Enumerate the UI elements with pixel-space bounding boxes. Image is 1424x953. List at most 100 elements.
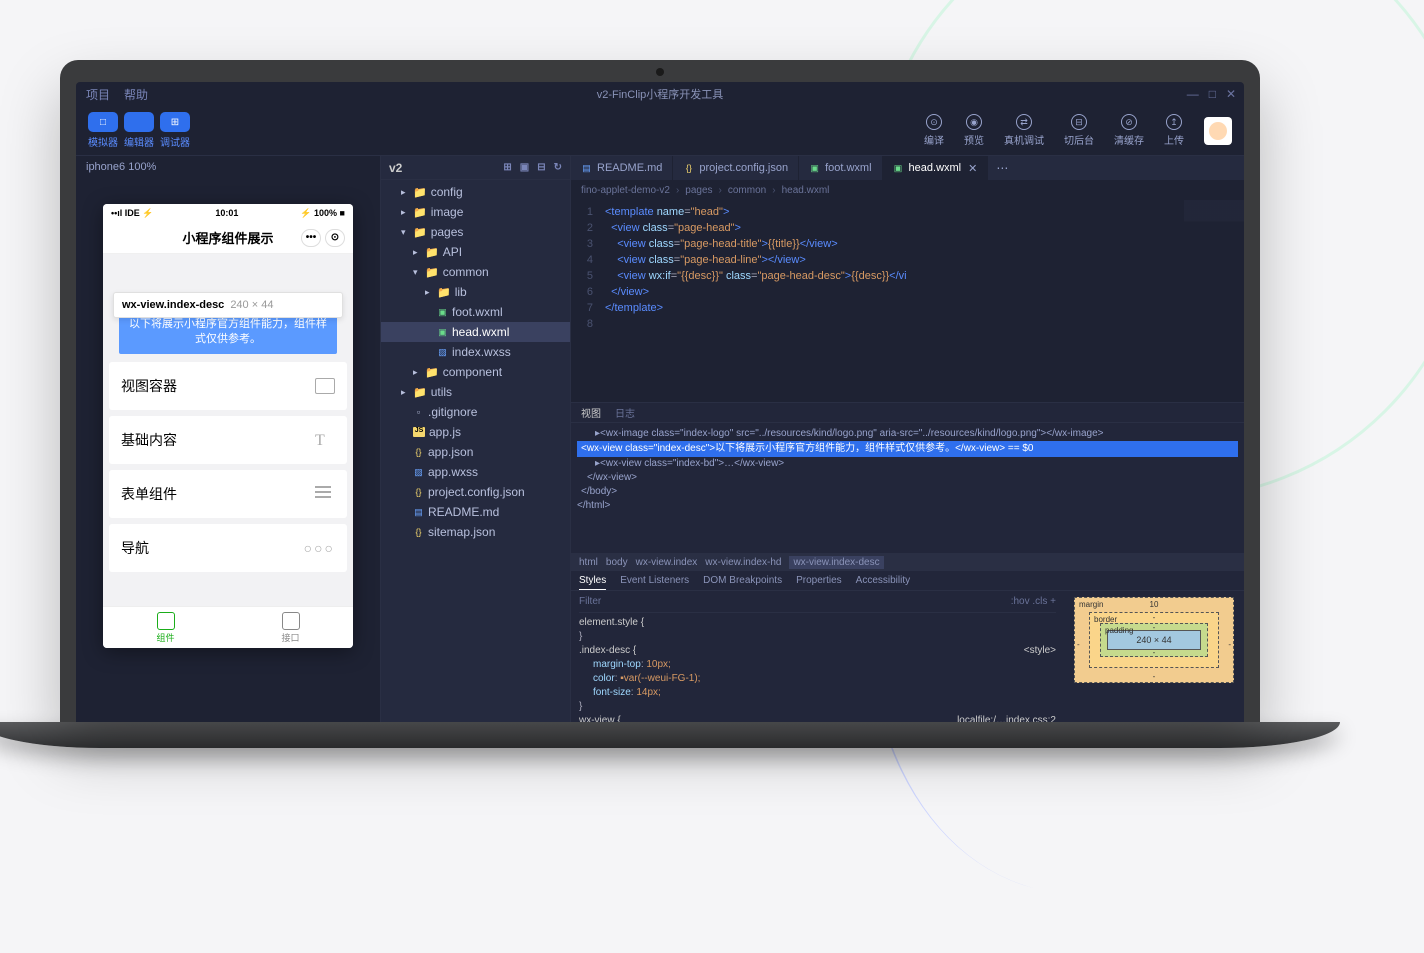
action-编译[interactable]: ⊙编译 <box>924 114 944 147</box>
list-item[interactable]: 表单组件 <box>109 470 347 518</box>
new-folder-icon[interactable]: ▣ <box>520 162 529 173</box>
dom-row-selected[interactable]: <wx-view class="index-desc">以下将展示小程序官方组件… <box>577 441 1238 457</box>
code-line[interactable]: 4 <view class="page-head-line"></view> <box>571 252 1244 268</box>
simulator-panel: iphone6 100% ••ıl IDE ⚡ 10:01 ⚡ 100% ■ 小… <box>76 156 381 722</box>
code-line[interactable]: 3 <view class="page-head-title">{{title}… <box>571 236 1244 252</box>
avatar[interactable] <box>1204 117 1232 145</box>
action-清缓存[interactable]: ⊘清缓存 <box>1114 114 1144 147</box>
tree-item[interactable]: ▨app.wxss <box>381 462 570 482</box>
new-file-icon[interactable]: ⊞ <box>503 162 511 173</box>
tree-item[interactable]: ▸📁component <box>381 362 570 382</box>
tree-root[interactable]: v2 ⊞ ▣ ⊟ ↻ <box>381 156 570 180</box>
minimize-icon[interactable]: — <box>1187 87 1199 101</box>
dom-crumb-item[interactable]: wx-view.index <box>636 557 698 568</box>
crumb-segment[interactable]: common <box>728 185 766 196</box>
tree-item[interactable]: {}sitemap.json <box>381 522 570 542</box>
action-切后台[interactable]: ⊟切后台 <box>1064 114 1094 147</box>
phone-preview[interactable]: ••ıl IDE ⚡ 10:01 ⚡ 100% ■ 小程序组件展示 ••• ⊙ … <box>103 204 353 648</box>
list-item[interactable]: 视图容器 <box>109 362 347 410</box>
list-item[interactable]: 导航○○○ <box>109 524 347 572</box>
tree-item[interactable]: ▸📁lib <box>381 282 570 302</box>
crumb-segment[interactable]: head.wxml <box>782 185 830 196</box>
maximize-icon[interactable]: □ <box>1209 87 1216 101</box>
devtools-top-tabs: 视图 日志 <box>571 403 1244 423</box>
tree-item[interactable]: ▸📁API <box>381 242 570 262</box>
editor-panel: ▤README.md {}project.config.json ▣foot.w… <box>571 156 1244 722</box>
action-真机调试[interactable]: ⇄真机调试 <box>1004 114 1044 147</box>
crumb-segment[interactable]: fino-applet-demo-v2 <box>581 185 670 196</box>
crumb-segment[interactable]: pages <box>685 185 712 196</box>
devtools-subtab[interactable]: Styles <box>579 571 606 590</box>
window-controls: — □ ✕ <box>1187 87 1236 101</box>
devtools-panel: 视图 日志 ▸<wx-image class="index-logo" src=… <box>571 402 1244 722</box>
code-editor[interactable]: 1<template name="head"> 2 <view class="p… <box>571 200 1244 402</box>
capsule-close-icon[interactable]: ⊙ <box>325 229 345 247</box>
devtools-box-model[interactable]: margin 10 - - - border - padding - <box>1064 591 1244 722</box>
tab-view[interactable]: 视图 <box>581 405 601 420</box>
phone-navbar: 小程序组件展示 ••• ⊙ <box>103 222 353 254</box>
tree-item[interactable]: ▸📁config <box>381 182 570 202</box>
code-line[interactable]: 1<template name="head"> <box>571 204 1244 220</box>
toolbar: □ 模拟器 编辑器 ⊞ 调试器 ⊙编译 ◉预览 ⇄真机调试 ⊟切后台 ⊘清缓存 … <box>76 106 1244 156</box>
filter-input[interactable]: Filter <box>579 595 601 609</box>
dom-row[interactable]: ▸<wx-view class="index-bd">…</wx-view> <box>577 457 1238 471</box>
editor-tab[interactable]: ▣foot.wxml <box>799 156 882 180</box>
toolbar-btn-1[interactable]: 编辑器 <box>124 112 154 149</box>
tree-item[interactable]: ▸📁utils <box>381 382 570 402</box>
devtools-subtab[interactable]: Properties <box>796 575 842 586</box>
capsule-more-icon[interactable]: ••• <box>301 229 321 247</box>
phone-statusbar: ••ıl IDE ⚡ 10:01 ⚡ 100% ■ <box>103 204 353 222</box>
tree-item[interactable]: ▣head.wxml <box>381 322 570 342</box>
hov-toggle[interactable]: :hov .cls + <box>1011 595 1056 609</box>
action-预览[interactable]: ◉预览 <box>964 114 984 147</box>
devtools-subtab[interactable]: Accessibility <box>856 575 910 586</box>
editor-tabs: ▤README.md {}project.config.json ▣foot.w… <box>571 156 1244 180</box>
dom-crumb-item[interactable]: wx-view.index-desc <box>789 556 883 569</box>
menu-project[interactable]: 项目 <box>86 86 110 103</box>
tree-item[interactable]: ▾📁pages <box>381 222 570 242</box>
toolbar-btn-2[interactable]: ⊞ 调试器 <box>160 112 190 149</box>
list-item[interactable]: 基础内容T <box>109 416 347 464</box>
refresh-icon[interactable]: ↻ <box>554 162 562 173</box>
tab-overflow-icon[interactable]: ⋯ <box>988 156 1016 180</box>
dom-crumb-item[interactable]: body <box>606 557 628 568</box>
menu-help[interactable]: 帮助 <box>124 86 148 103</box>
dom-row[interactable]: ▸<wx-image class="index-logo" src="../re… <box>577 427 1238 441</box>
dom-crumb-item[interactable]: wx-view.index-hd <box>705 557 781 568</box>
close-icon[interactable]: ✕ <box>1226 87 1236 101</box>
tabbar-item[interactable]: 组件 <box>103 607 228 648</box>
tab-log[interactable]: 日志 <box>615 405 635 420</box>
devtools-breadcrumb: html body wx-view.index wx-view.index-hd wx-… <box>571 553 1244 571</box>
devtools-subtab[interactable]: DOM Breakpoints <box>703 575 782 586</box>
tree-item[interactable]: ▫.gitignore <box>381 402 570 422</box>
tree-item[interactable]: ▤README.md <box>381 502 570 522</box>
menubar: 项目 帮助 v2-FinClip小程序开发工具 — □ ✕ <box>76 82 1244 106</box>
editor-tab[interactable]: {}project.config.json <box>673 156 799 180</box>
code-line[interactable]: 5 <view wx:if="{{desc}}" class="page-hea… <box>571 268 1244 284</box>
phone-tabbar: 组件 接口 <box>103 606 353 648</box>
tree-item[interactable]: {}project.config.json <box>381 482 570 502</box>
action-上传[interactable]: ↥上传 <box>1164 114 1184 147</box>
dom-crumb-item[interactable]: html <box>579 557 598 568</box>
devtools-subtab[interactable]: Event Listeners <box>620 575 689 586</box>
code-line[interactable]: 8 <box>571 316 1244 332</box>
editor-tab[interactable]: ▣head.wxml✕ <box>883 156 989 180</box>
tabbar-item[interactable]: 接口 <box>228 607 353 648</box>
tree-item[interactable]: ▣foot.wxml <box>381 302 570 322</box>
tree-item[interactable]: ▨index.wxss <box>381 342 570 362</box>
devtools-dom-tree[interactable]: ▸<wx-image class="index-logo" src="../re… <box>571 423 1244 553</box>
simulator-device-label: iphone6 100% <box>76 156 380 178</box>
minimap[interactable] <box>1184 200 1244 402</box>
tree-item[interactable]: JSapp.js <box>381 422 570 442</box>
tree-item[interactable]: ▾📁common <box>381 262 570 282</box>
collapse-icon[interactable]: ⊟ <box>537 162 545 173</box>
tab-close-icon[interactable]: ✕ <box>968 162 977 175</box>
tree-item[interactable]: {}app.json <box>381 442 570 462</box>
devtools-style-rules[interactable]: Filter :hov .cls + element.style { } .in… <box>571 591 1064 722</box>
editor-tab[interactable]: ▤README.md <box>571 156 673 180</box>
toolbar-btn-0[interactable]: □ 模拟器 <box>88 112 118 149</box>
code-line[interactable]: 7</template> <box>571 300 1244 316</box>
code-line[interactable]: 2 <view class="page-head"> <box>571 220 1244 236</box>
code-line[interactable]: 6 </view> <box>571 284 1244 300</box>
tree-item[interactable]: ▸📁image <box>381 202 570 222</box>
